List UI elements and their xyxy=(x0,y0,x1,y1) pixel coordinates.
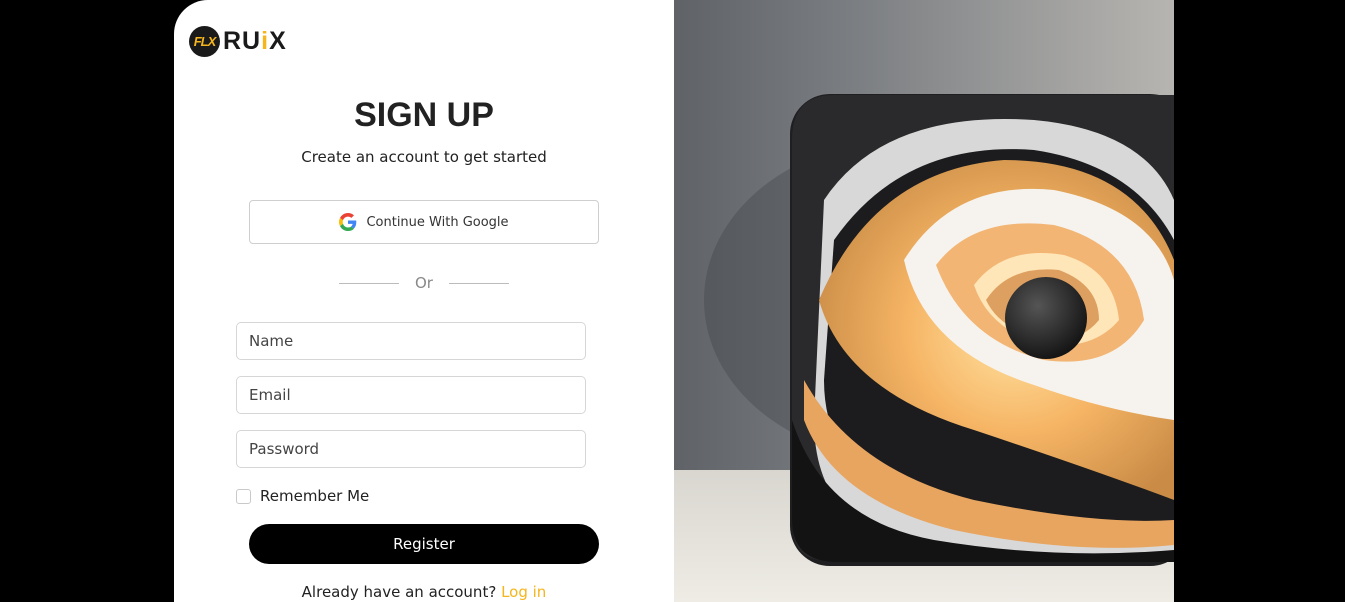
logo-badge: FLX xyxy=(189,26,220,57)
google-icon xyxy=(339,213,357,231)
divider-label: Or xyxy=(415,274,433,292)
email-input[interactable] xyxy=(236,376,586,414)
login-prompt: Already have an account? Log in xyxy=(174,583,674,601)
remember-me-checkbox[interactable] xyxy=(236,488,251,504)
divider-line-left xyxy=(339,282,399,284)
password-input[interactable] xyxy=(236,430,586,468)
page-subtitle: Create an account to get started xyxy=(301,148,547,166)
abstract-3d-image xyxy=(674,0,1174,602)
logo-wordmark: RUiX xyxy=(223,27,287,56)
signup-card: FLX RUiX SIGN UP Create an account to ge… xyxy=(174,0,674,602)
logo-text-part1: RU xyxy=(223,27,262,55)
remember-me-label: Remember Me xyxy=(260,487,370,505)
page-title: SIGN UP xyxy=(354,96,494,134)
remember-me-row[interactable]: Remember Me xyxy=(236,487,369,505)
brand-logo[interactable]: FLX RUiX xyxy=(189,26,287,57)
hero-artwork xyxy=(674,0,1174,602)
name-input[interactable] xyxy=(236,322,586,360)
logo-text-accent: i xyxy=(261,27,270,55)
divider-line-right xyxy=(448,282,509,284)
login-prompt-text: Already have an account? xyxy=(301,583,497,601)
google-button-label: Continue With Google xyxy=(366,214,509,230)
register-button[interactable]: Register xyxy=(249,524,599,564)
continue-with-google-button[interactable]: Continue With Google xyxy=(249,200,599,244)
login-link[interactable]: Log in xyxy=(501,583,546,601)
logo-text-part2: X xyxy=(269,27,287,55)
or-divider: Or xyxy=(174,274,674,292)
